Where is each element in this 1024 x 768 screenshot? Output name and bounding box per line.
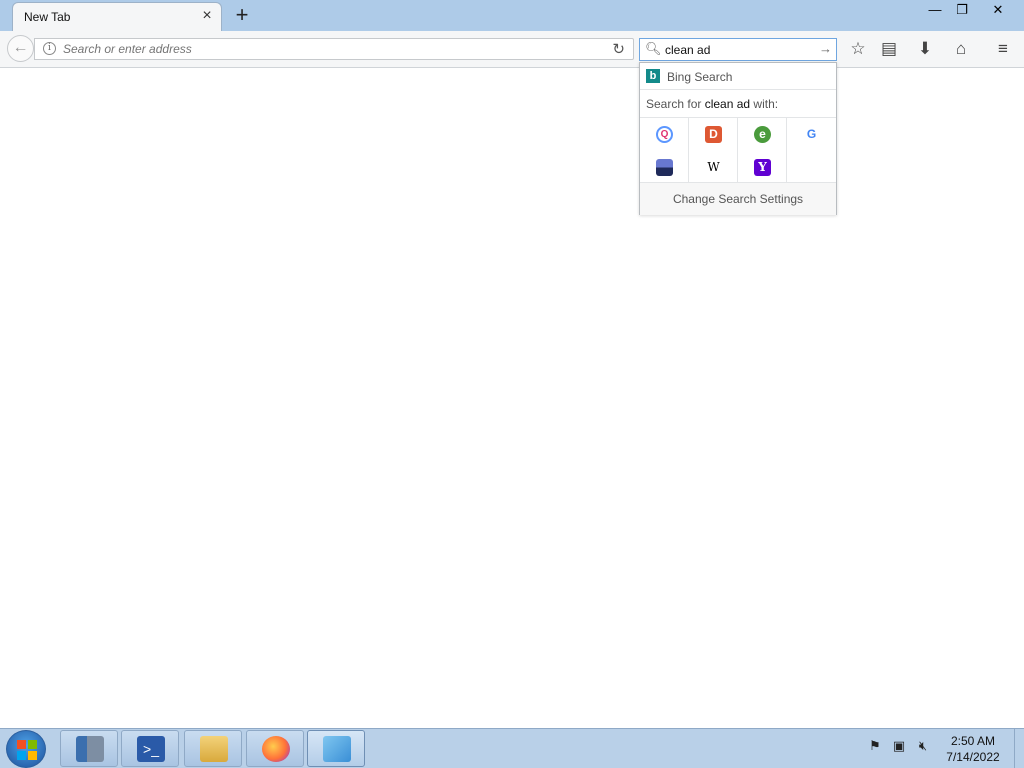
qwant-icon: Q	[656, 126, 673, 143]
powershell-icon: >_	[137, 736, 165, 762]
show-desktop-button[interactable]	[1014, 729, 1024, 768]
go-arrow-icon[interactable]: →	[819, 41, 832, 56]
volume-muted-icon[interactable]: 🔇︎	[914, 737, 932, 755]
clock-date: 7/14/2022	[946, 750, 1000, 764]
minimize-button[interactable]: —	[923, 2, 947, 20]
search-query-text: clean ad	[704, 97, 751, 111]
system-clock[interactable]: 2:50 AM 7/14/2022	[940, 733, 1006, 765]
wikipedia-icon: W	[707, 160, 720, 174]
back-button[interactable]: ←	[7, 35, 34, 62]
search-for-label: Search for clean ad with:	[640, 89, 836, 117]
current-engine-row[interactable]: b Bing Search	[640, 63, 836, 89]
tab-title: New Tab	[24, 10, 71, 24]
taskbar-server-manager[interactable]	[60, 730, 118, 767]
url-bar[interactable]: i ↻	[34, 38, 634, 60]
start-button[interactable]	[6, 730, 46, 768]
downloads-icon[interactable]: ⬇	[913, 39, 937, 61]
taskbar: >_ ⚑ ▣ 🔇︎ 2:50 AM 7/14/2022	[0, 728, 1024, 768]
taskbar-file-explorer[interactable]	[184, 730, 242, 767]
google-icon: G	[806, 127, 817, 141]
tab-strip: New Tab × + — ❐ ✕	[0, 0, 1024, 31]
clock-time: 2:50 AM	[950, 734, 996, 748]
startpage-icon	[656, 159, 673, 176]
server-manager-icon	[76, 736, 104, 762]
bookmarks-menu-icon[interactable]: ▤	[877, 39, 901, 61]
taskbar-firefox[interactable]	[246, 730, 304, 767]
yahoo-icon: Y	[754, 159, 771, 176]
bookmark-star-icon[interactable]: ☆	[846, 39, 870, 61]
folder-icon	[200, 736, 228, 762]
firefox-icon	[262, 736, 290, 762]
back-arrow-icon: ←	[12, 39, 29, 56]
close-tab-icon[interactable]: ×	[199, 8, 215, 24]
home-icon[interactable]: ⌂	[949, 39, 973, 61]
restore-button[interactable]: ❐	[950, 2, 974, 20]
duckduckgo-icon: D	[705, 126, 722, 143]
current-engine-label: Bing Search	[667, 70, 733, 84]
address-input[interactable]	[63, 41, 583, 57]
engine-ecosia[interactable]: e	[738, 118, 787, 151]
taskbar-paint[interactable]	[307, 730, 365, 767]
search-engine-popup: b Bing Search Search for clean ad with: …	[639, 62, 837, 215]
reload-icon[interactable]: ↻	[612, 40, 625, 58]
paint-icon	[323, 736, 351, 762]
tab-new-tab[interactable]: New Tab ×	[12, 2, 222, 31]
engine-yahoo[interactable]: Y	[738, 151, 787, 184]
engine-qwant[interactable]: Q	[640, 118, 689, 151]
search-icon: 🔍︎	[645, 41, 662, 56]
engine-startpage[interactable]	[640, 151, 689, 184]
menu-hamburger-icon[interactable]: ≡	[991, 39, 1015, 61]
ecosia-icon: e	[754, 126, 771, 143]
new-tab-button[interactable]: +	[232, 4, 252, 26]
action-center-flag-icon[interactable]: ⚑	[866, 737, 884, 755]
windows-logo-icon	[17, 740, 37, 760]
close-window-button[interactable]: ✕	[986, 2, 1010, 20]
engine-empty-slot	[787, 151, 836, 184]
nav-bar: ← i ↻ 🔍︎ → ☆ ▤ ⬇ ⌂ ≡	[0, 31, 1024, 68]
engine-wikipedia[interactable]: W	[689, 151, 738, 184]
engine-grid: Q D e G W Y	[640, 117, 836, 184]
change-search-settings-button[interactable]: Change Search Settings	[640, 182, 836, 215]
bing-icon: b	[646, 69, 660, 83]
taskbar-powershell[interactable]: >_	[121, 730, 179, 767]
engine-duckduckgo[interactable]: D	[689, 118, 738, 151]
search-input[interactable]	[665, 42, 815, 58]
network-icon[interactable]: ▣	[890, 737, 908, 755]
info-icon[interactable]: i	[43, 42, 56, 55]
search-bar[interactable]: 🔍︎ →	[639, 38, 837, 61]
engine-google[interactable]: G	[787, 118, 836, 151]
